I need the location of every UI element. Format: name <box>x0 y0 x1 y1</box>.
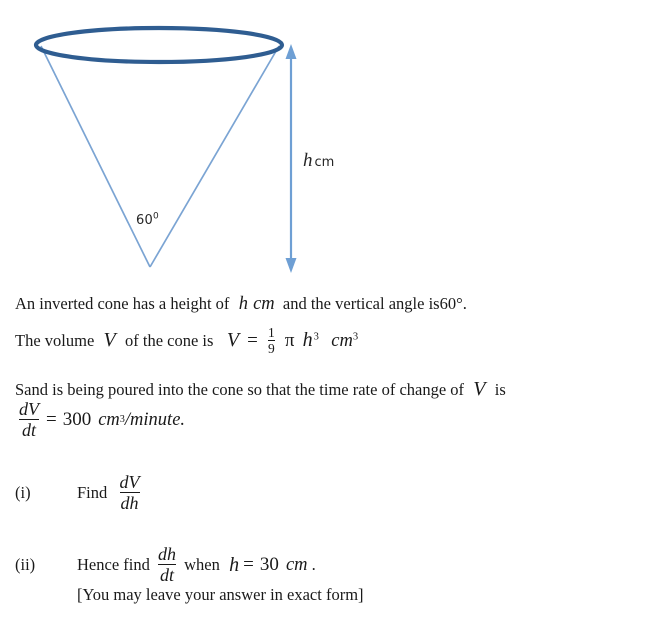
volume-unit-exponent: 3 <box>352 331 359 343</box>
answer-form-note: [You may leave your answer in exact form… <box>77 585 364 604</box>
angle-value: 60 <box>136 213 153 228</box>
part-ii-when: when <box>184 555 220 575</box>
intro-period: . <box>462 294 467 313</box>
rate-equation: dV dt = 300 cm 3/minute. <box>15 399 186 441</box>
part-i-marker: (i) <box>15 483 31 503</box>
volume-unit: cm <box>331 330 353 351</box>
height-label: h cm <box>303 150 334 172</box>
sand-var-V: V <box>473 378 486 400</box>
part-i-verb: Find <box>77 483 108 503</box>
vertical-angle-label: 600 <box>136 211 159 228</box>
rate-value: 300 <box>62 409 92 431</box>
volume-var-V: V <box>103 328 116 351</box>
sand-text-1: Sand is being poured into the cone so th… <box>15 380 465 399</box>
part-i-body: Find dV dh <box>77 472 144 514</box>
intro-unit-cm: cm <box>253 294 275 314</box>
intro-var-h: h <box>238 294 248 314</box>
rate-equals: = <box>46 409 57 431</box>
rate-numerator: dV <box>19 399 39 419</box>
inverted-cone-diagram: 600 h cm <box>0 0 661 288</box>
height-unit: cm <box>314 155 335 170</box>
sand-text-2: is <box>494 380 506 399</box>
volume-exponent-h: 3 <box>313 331 319 343</box>
volume-eq-V: V <box>226 328 240 351</box>
volume-lead: The volume <box>15 330 95 350</box>
rate-unit: cm <box>98 409 120 430</box>
rate-per-minute: /minute <box>124 409 181 430</box>
part-ii-value: 30 <box>259 554 279 576</box>
part-ii-numerator: dh <box>157 544 176 564</box>
dh-dt-fraction: dh dt <box>154 544 180 586</box>
rate-period: . <box>180 409 186 430</box>
volume-var-h: h <box>302 328 313 351</box>
volume-fraction-one-ninth: 19 <box>265 325 278 357</box>
part-ii-denominator: dt <box>157 564 176 586</box>
arrow-head-down <box>285 258 297 273</box>
part-i-denominator: dh <box>119 492 140 514</box>
part-ii-equals: = <box>243 554 254 576</box>
dV-dh-fraction: dV dh <box>116 472 144 514</box>
part-ii-marker: (ii) <box>15 555 36 575</box>
arrow-head-up <box>285 44 297 59</box>
cone-rim-ellipse <box>33 25 285 65</box>
cone-svg <box>33 25 297 273</box>
volume-sentence: The volume V of the cone is V = 19 π h3 … <box>15 325 359 357</box>
sand-sentence: Sand is being poured into the cone so th… <box>15 378 506 400</box>
fraction-denominator: 9 <box>268 340 275 357</box>
question-part-ii: (ii) Hence find dh dt when h = 30 cm . <box>15 544 316 586</box>
question-part-i: (i) Find dV dh <box>15 472 144 514</box>
cone-right-side <box>149 45 280 268</box>
part-ii-var-h: h <box>229 553 240 576</box>
part-ii-period: . <box>311 555 316 575</box>
part-ii-unit: cm <box>285 554 308 575</box>
part-i-numerator: dV <box>119 472 140 492</box>
volume-equals: = <box>247 329 258 351</box>
fraction-numerator: 1 <box>268 325 275 340</box>
dV-dt-fraction: dV dt <box>15 399 43 441</box>
rate-denominator: dt <box>19 419 39 440</box>
degree-symbol-icon: 0 <box>152 211 159 222</box>
height-variable: h <box>303 150 313 171</box>
intro-text-2: and the vertical angle is60 <box>282 294 457 313</box>
intro-sentence: An inverted cone has a height of h cm an… <box>15 294 467 314</box>
part-ii-body: Hence find dh dt when h = 30 cm . <box>77 544 316 586</box>
volume-pi: π <box>284 329 295 351</box>
intro-degree-symbol: ° <box>456 294 463 313</box>
part-ii-verb: Hence find <box>77 555 150 575</box>
cone-left-side <box>40 45 151 268</box>
volume-mid: of the cone is <box>125 330 214 350</box>
height-dimension-arrow <box>285 44 297 273</box>
intro-text-1: An inverted cone has a height of <box>15 294 230 313</box>
